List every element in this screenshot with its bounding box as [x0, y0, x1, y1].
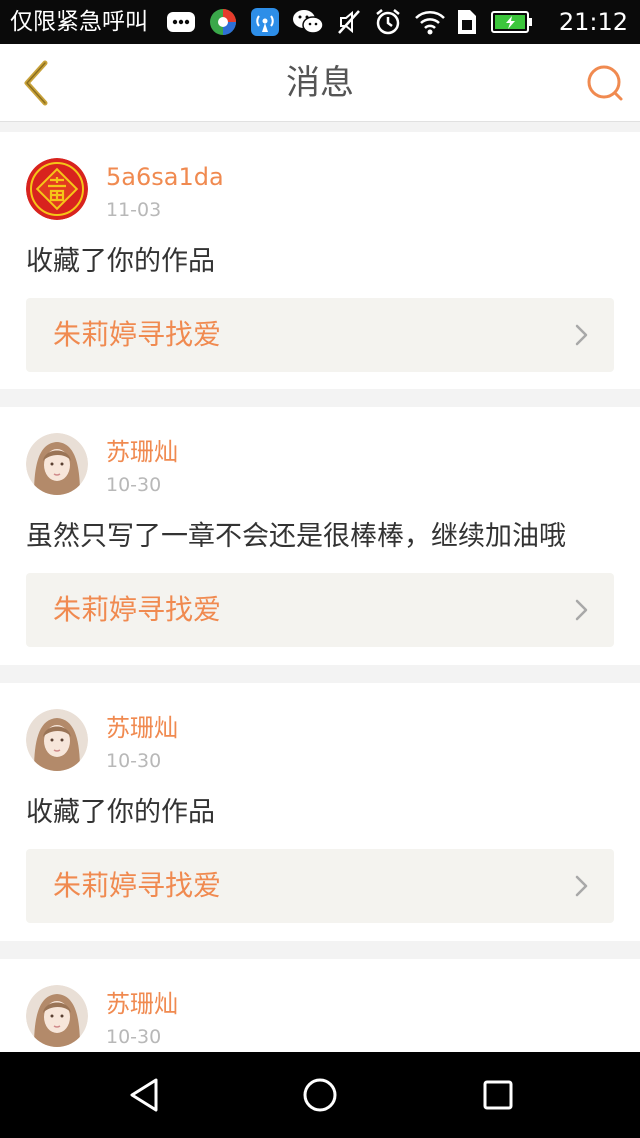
chevron-right-icon: [575, 324, 588, 346]
sim-icon: [455, 6, 479, 38]
work-link[interactable]: 朱莉婷寻找爱: [26, 298, 614, 372]
girl-avatar-icon: [26, 433, 88, 495]
avatar[interactable]: [26, 158, 88, 220]
message-card: 5a6sa1da 11-03 收藏了你的作品 朱莉婷寻找爱: [0, 132, 640, 389]
wechat-icon: [292, 6, 324, 38]
username[interactable]: 苏珊灿: [106, 711, 178, 745]
work-title: 朱莉婷寻找爱: [53, 869, 222, 902]
username[interactable]: 苏珊灿: [106, 435, 178, 469]
message-text: 收藏了你的作品: [26, 797, 215, 828]
message-date: 11-03: [106, 199, 162, 221]
notification-icons: [166, 6, 458, 38]
chevron-right-icon: [575, 599, 588, 621]
message-text: 虽然只写了一章不会还是很棒棒，继续加油哦: [26, 521, 566, 552]
username[interactable]: 苏珊灿: [106, 987, 178, 1021]
work-title: 朱莉婷寻找爱: [53, 318, 222, 351]
clock-text: 21:12: [558, 8, 628, 36]
message-card: 苏珊灿 10-30 收藏了你的作品 朱莉婷寻找爱: [0, 683, 640, 941]
back-button[interactable]: [12, 56, 60, 110]
carrier-text: 仅限紧急呼叫: [10, 9, 148, 35]
work-link[interactable]: 朱莉婷寻找爱: [26, 573, 614, 647]
nav-home-button[interactable]: [298, 1073, 342, 1117]
message-text: 收藏了你的作品: [26, 246, 215, 277]
avatar[interactable]: [26, 985, 88, 1047]
navigation-bar: [0, 1052, 640, 1138]
girl-avatar-icon: [26, 985, 88, 1047]
app-icon: [208, 6, 238, 38]
alarm-icon: [374, 6, 402, 38]
message-date: 10-30: [106, 1026, 162, 1048]
nav-back-button[interactable]: [122, 1073, 166, 1117]
work-title: 朱莉婷寻找爱: [53, 593, 222, 626]
message-date: 10-30: [106, 750, 162, 772]
message-card: 苏珊灿 10-30 虽然只写了一章不会还是很棒棒，继续加油哦 朱莉婷寻找爱: [0, 407, 640, 665]
chevron-left-icon: [24, 60, 48, 106]
message-card: 苏珊灿 10-30: [0, 959, 640, 1052]
wifi-hotspot-icon: [250, 6, 280, 38]
battery-icon: [490, 6, 533, 38]
home-circle-icon: [303, 1078, 337, 1112]
back-triangle-icon: [130, 1078, 158, 1112]
avatar[interactable]: [26, 433, 88, 495]
app-header: 消息: [0, 44, 640, 122]
work-link[interactable]: 朱莉婷寻找爱: [26, 849, 614, 923]
status-bar: 仅限紧急呼叫 21:12: [0, 0, 640, 44]
search-icon: [587, 65, 623, 101]
page-title: 消息: [286, 63, 354, 103]
avatar[interactable]: [26, 709, 88, 771]
nav-recents-button[interactable]: [476, 1073, 520, 1117]
girl-avatar-icon: [26, 709, 88, 771]
chevron-right-icon: [575, 875, 588, 897]
username[interactable]: 5a6sa1da: [106, 160, 224, 194]
system-icons: 21:12: [455, 6, 628, 38]
fu-avatar-icon: [26, 158, 88, 220]
message-icon: [166, 6, 196, 38]
wifi-icon: [414, 6, 446, 38]
recents-square-icon: [483, 1080, 513, 1110]
message-list[interactable]: 5a6sa1da 11-03 收藏了你的作品 朱莉婷寻找爱 苏珊灿 10-30 …: [0, 122, 640, 1052]
search-button[interactable]: [582, 60, 628, 106]
message-date: 10-30: [106, 474, 162, 496]
mute-icon: [336, 6, 362, 38]
